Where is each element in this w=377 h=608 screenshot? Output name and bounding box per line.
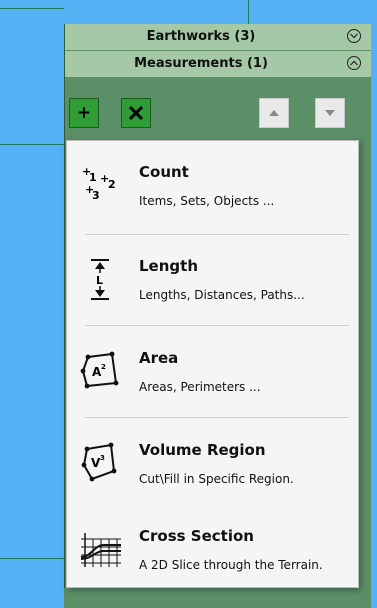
area-icon-exponent: 2	[101, 363, 106, 371]
menu-item-cross-section[interactable]: Cross Section A 2D Slice through the Ter…	[67, 505, 358, 593]
menu-item-description: A 2D Slice through the Terrain.	[139, 558, 323, 572]
menu-separator	[85, 325, 349, 326]
chevron-up-icon[interactable]	[347, 56, 361, 70]
menu-item-description: Areas, Perimeters ...	[139, 380, 261, 394]
menu-item-label: Area	[139, 349, 179, 367]
add-label: +	[76, 102, 92, 123]
chevron-down-icon[interactable]	[347, 29, 361, 43]
menu-item-label: Length	[139, 257, 198, 275]
length-icon-letter: L	[96, 274, 103, 287]
add-measurement-menu: + 1 + 2 + 3 Count Items, Sets, Objects .…	[66, 140, 359, 588]
grid-line-horizontal-low	[0, 558, 64, 559]
menu-item-label: Count	[139, 163, 189, 181]
move-up-button[interactable]	[259, 98, 289, 128]
menu-item-description: Lengths, Distances, Paths...	[139, 288, 305, 302]
count-icon: + 1 + 2 + 3	[82, 165, 116, 202]
menu-item-label: Volume Region	[139, 441, 266, 459]
grid-line-vertical	[248, 0, 249, 24]
section-header-earthworks[interactable]: Earthworks (3)	[65, 24, 371, 51]
area-icon: A 2	[80, 351, 119, 389]
length-icon: L	[91, 259, 109, 300]
menu-item-count[interactable]: + 1 + 2 + 3 Count Items, Sets, Objects .…	[67, 141, 358, 229]
add-measurement-button[interactable]: +	[69, 98, 99, 128]
arrow-down-icon	[325, 110, 335, 116]
move-down-button[interactable]	[315, 98, 345, 128]
grid-line-horizontal-mid	[0, 144, 64, 145]
grid-line-horizontal-top	[0, 8, 64, 9]
section-header-measurements[interactable]: Measurements (1)	[65, 51, 371, 78]
menu-separator	[85, 417, 349, 418]
menu-item-area[interactable]: A 2 Area Areas, Perimeters ...	[67, 327, 358, 415]
section-title: Earthworks (3)	[146, 29, 256, 44]
menu-item-description: Items, Sets, Objects ...	[139, 194, 275, 208]
cross-section-icon	[80, 533, 121, 567]
delete-measurement-button[interactable]	[121, 98, 151, 128]
menu-item-volume-region[interactable]: V 3 Volume Region Cut\Fill in Specific R…	[67, 419, 358, 507]
menu-item-length[interactable]: L Length Lengths, Distances, Paths...	[67, 235, 358, 323]
section-title: Measurements (1)	[134, 56, 268, 71]
close-x-icon	[128, 105, 144, 121]
arrow-up-icon	[269, 110, 279, 116]
count-icon-digit: 3	[92, 189, 100, 202]
volume-icon-exponent: 3	[100, 454, 105, 462]
menu-item-label: Cross Section	[139, 527, 254, 545]
volume-icon: V 3	[81, 442, 117, 482]
menu-item-description: Cut\Fill in Specific Region.	[139, 472, 294, 486]
count-icon-digit: 2	[108, 178, 116, 191]
